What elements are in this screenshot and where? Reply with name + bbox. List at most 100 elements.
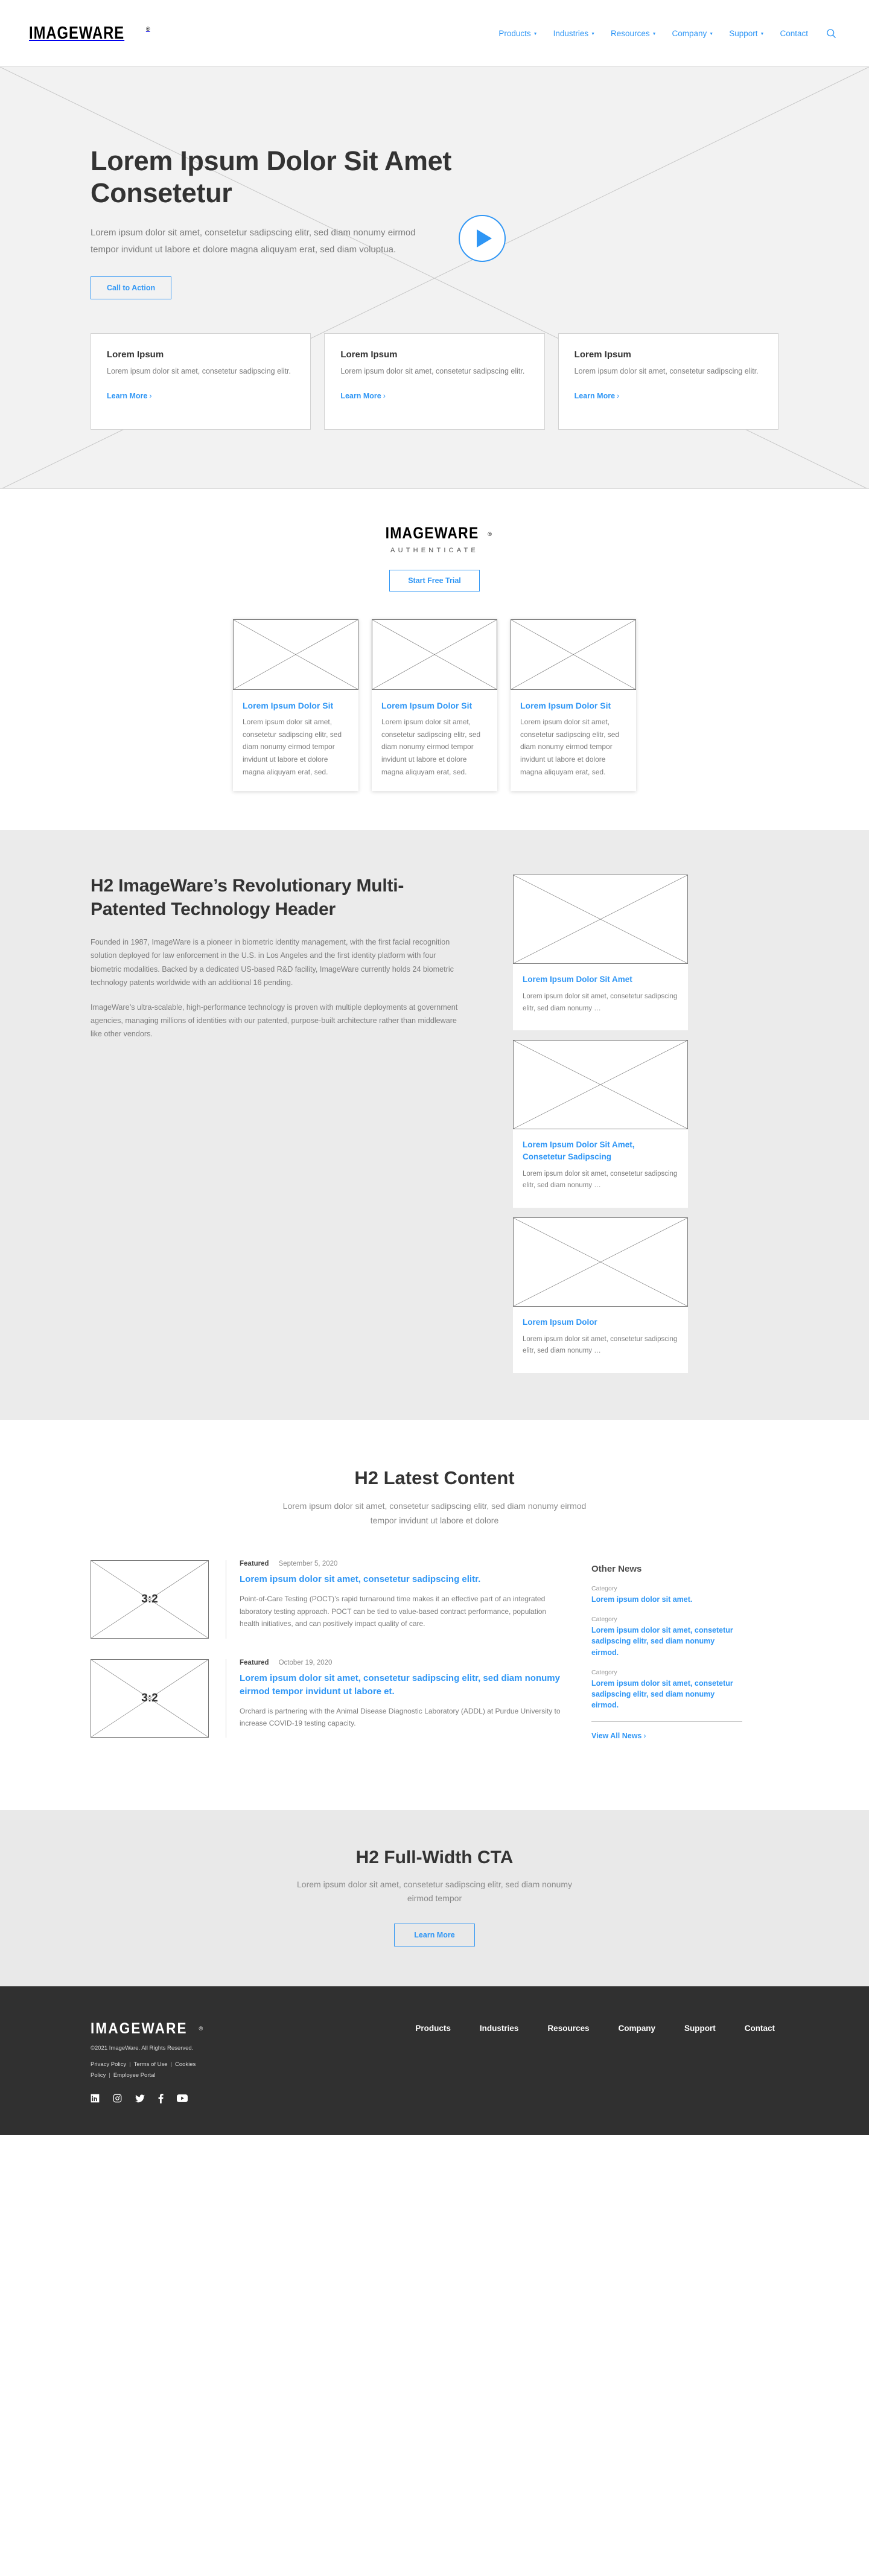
nav-item-contact[interactable]: Contact: [780, 29, 808, 38]
other-news-item[interactable]: Category Lorem ipsum dolor sit amet.: [591, 1585, 742, 1605]
footer-nav-support[interactable]: Support: [684, 2024, 716, 2033]
footer-nav-contact[interactable]: Contact: [745, 2024, 775, 2033]
other-news-item[interactable]: Category Lorem ipsum dolor sit amet, con…: [591, 1669, 742, 1710]
article-tag: Featured: [240, 1659, 269, 1667]
site-logo[interactable]: IMAGEWARE ®: [29, 23, 150, 43]
footer-link-employee-portal[interactable]: Employee Portal: [113, 2072, 156, 2079]
article-title[interactable]: Lorem ipsum dolor sit amet, consetetur s…: [240, 1573, 567, 1586]
footer-link-privacy-policy[interactable]: Privacy Policy: [91, 2061, 126, 2068]
authenticate-logo-block: IMAGEWARE ®: [0, 524, 869, 543]
logo-text: IMAGEWARE: [29, 23, 125, 43]
technology-paragraph-1: Founded in 1987, ImageWare is a pioneer …: [91, 937, 454, 987]
separator: |: [109, 2072, 110, 2079]
footer-copyright: ©2021 ImageWare. All Rights Reserved.: [91, 2044, 194, 2052]
article-item[interactable]: 3:2 Featured September 5, 2020 Lorem ips…: [91, 1560, 567, 1639]
search-icon: [827, 28, 836, 38]
image-placeholder: 3:2: [91, 1659, 209, 1738]
nav-item-company[interactable]: Company ▼: [672, 29, 714, 38]
feature-card[interactable]: Lorem Ipsum Dolor Sit Lorem ipsum dolor …: [372, 619, 497, 792]
news-card[interactable]: Lorem Ipsum Dolor Lorem ipsum dolor sit …: [513, 1217, 688, 1374]
learn-more-link[interactable]: Learn More ›: [575, 392, 620, 400]
footer-nav-resources[interactable]: Resources: [547, 2024, 589, 2033]
link-label: View All News: [591, 1732, 642, 1741]
technology-paragraph-2: ImageWare’s ultra-scalable, high-perform…: [91, 1003, 458, 1039]
news-card-title: Lorem Ipsum Dolor Sit Amet, Consetetur S…: [523, 1140, 635, 1161]
linkedin-icon[interactable]: [91, 2094, 100, 2103]
play-video-button[interactable]: [459, 215, 506, 262]
feature-card-body: Lorem ipsum dolor sit amet, consetetur s…: [520, 718, 620, 776]
hero-section: Lorem Ipsum Dolor Sit Amet Consetetur Lo…: [0, 66, 869, 489]
footer-logo-text: IMAGEWARE: [91, 2020, 188, 2037]
nav-label: Company: [672, 28, 707, 38]
site-header: IMAGEWARE ® Products ▼ Industries ▼ Reso…: [0, 0, 869, 66]
chevron-right-icon: ›: [383, 392, 386, 401]
news-card[interactable]: Lorem Ipsum Dolor Sit Amet, Consetetur S…: [513, 1040, 688, 1208]
social-links: [91, 2093, 332, 2103]
card-title: Lorem Ipsum: [340, 349, 398, 360]
chevron-right-icon: ›: [617, 392, 620, 401]
view-all-news-link[interactable]: View All News ›: [591, 1732, 646, 1740]
feature-card[interactable]: Lorem Ipsum Dolor Sit Lorem ipsum dolor …: [511, 619, 636, 792]
cta-learn-more-button[interactable]: Learn More: [394, 1923, 475, 1946]
image-placeholder: [513, 1217, 688, 1307]
search-button[interactable]: [824, 28, 836, 39]
footer-nav-products[interactable]: Products: [415, 2024, 451, 2033]
article-excerpt: Orchard is partnering with the Animal Di…: [240, 1706, 561, 1728]
chevron-down-icon: ▼: [760, 31, 765, 36]
youtube-icon[interactable]: [177, 2094, 188, 2102]
nav-label: Resources: [611, 28, 650, 38]
image-placeholder: [513, 1040, 688, 1130]
card-title: Lorem Ipsum: [107, 349, 164, 360]
facebook-icon[interactable]: [158, 2093, 164, 2103]
hero-cta-button[interactable]: Call to Action: [91, 276, 172, 299]
image-placeholder: [372, 619, 497, 690]
footer-legal-links: Privacy Policy | Terms of Use | Cookies Poli…: [91, 2059, 205, 2082]
nav-item-support[interactable]: Support ▼: [729, 29, 764, 38]
hero-card[interactable]: Lorem Ipsum Lorem ipsum dolor sit amet, …: [91, 333, 311, 430]
hero-content: Lorem Ipsum Dolor Sit Amet Consetetur Lo…: [91, 67, 778, 299]
article-item[interactable]: 3:2 Featured October 19, 2020 Lorem ipsu…: [91, 1659, 567, 1738]
learn-more-link[interactable]: Learn More ›: [107, 392, 152, 400]
article-title[interactable]: Lorem ipsum dolor sit amet, consetetur s…: [240, 1672, 567, 1698]
footer-link-terms-of-use[interactable]: Terms of Use: [134, 2061, 168, 2068]
play-icon: [477, 229, 492, 247]
registered-mark: ®: [199, 2026, 203, 2032]
technology-copy: H2 ImageWare’s Revolutionary Multi-Paten…: [91, 875, 465, 1373]
article-excerpt: Point-of-Care Testing (POCT)’s rapid tur…: [240, 1594, 547, 1628]
nav-item-products[interactable]: Products ▼: [498, 29, 537, 38]
learn-more-link[interactable]: Learn More ›: [340, 392, 386, 400]
news-card-body: Lorem ipsum dolor sit amet, consetetur s…: [523, 1170, 678, 1190]
nav-item-resources[interactable]: Resources ▼: [611, 29, 656, 38]
hero-card[interactable]: Lorem Ipsum Lorem ipsum dolor sit amet, …: [558, 333, 778, 430]
footer-nav-industries[interactable]: Industries: [480, 2024, 519, 2033]
link-label: Learn More: [340, 392, 381, 401]
hero-card[interactable]: Lorem Ipsum Lorem ipsum dolor sit amet, …: [324, 333, 545, 430]
footer-nav-company[interactable]: Company: [618, 2024, 655, 2033]
primary-navigation: Products ▼ Industries ▼ Resources ▼ Comp…: [498, 28, 840, 39]
authenticate-logo-text: IMAGEWARE: [385, 524, 479, 542]
twitter-icon[interactable]: [135, 2094, 145, 2103]
feature-card-title: Lorem Ipsum Dolor Sit: [520, 701, 611, 710]
news-card[interactable]: Lorem Ipsum Dolor Sit Amet Lorem ipsum d…: [513, 875, 688, 1031]
nav-label: Industries: [553, 28, 589, 38]
authenticate-section: IMAGEWARE ® AUTHENTICATE Start Free Trial…: [0, 489, 869, 831]
feature-card-title: Lorem Ipsum Dolor Sit: [381, 701, 473, 710]
instagram-icon[interactable]: [113, 2094, 122, 2103]
nav-item-industries[interactable]: Industries ▼: [553, 29, 595, 38]
image-placeholder: [233, 619, 358, 690]
placeholder-cross-icon: [233, 619, 358, 690]
placeholder-cross-icon: [513, 1217, 688, 1307]
other-news-title[interactable]: Lorem ipsum dolor sit amet, consetetur s…: [591, 1625, 742, 1657]
cta-heading: H2 Full-Width CTA: [355, 1848, 514, 1868]
other-news-title[interactable]: Lorem ipsum dolor sit amet.: [591, 1594, 742, 1605]
link-label: Learn More: [574, 392, 616, 401]
registered-mark: ®: [145, 25, 150, 32]
feature-card[interactable]: Lorem Ipsum Dolor Sit Lorem ipsum dolor …: [233, 619, 358, 792]
other-news-title[interactable]: Lorem ipsum dolor sit amet, consetetur s…: [591, 1678, 742, 1710]
feature-card-title: Lorem Ipsum Dolor Sit: [243, 701, 334, 710]
article-date: October 19, 2020: [278, 1659, 333, 1667]
start-free-trial-button[interactable]: Start Free Trial: [389, 570, 480, 591]
other-news-item[interactable]: Category Lorem ipsum dolor sit amet, con…: [591, 1616, 742, 1657]
nav-label: Support: [729, 28, 758, 38]
latest-subheading: Lorem ipsum dolor sit amet, consetetur s…: [282, 1501, 587, 1526]
